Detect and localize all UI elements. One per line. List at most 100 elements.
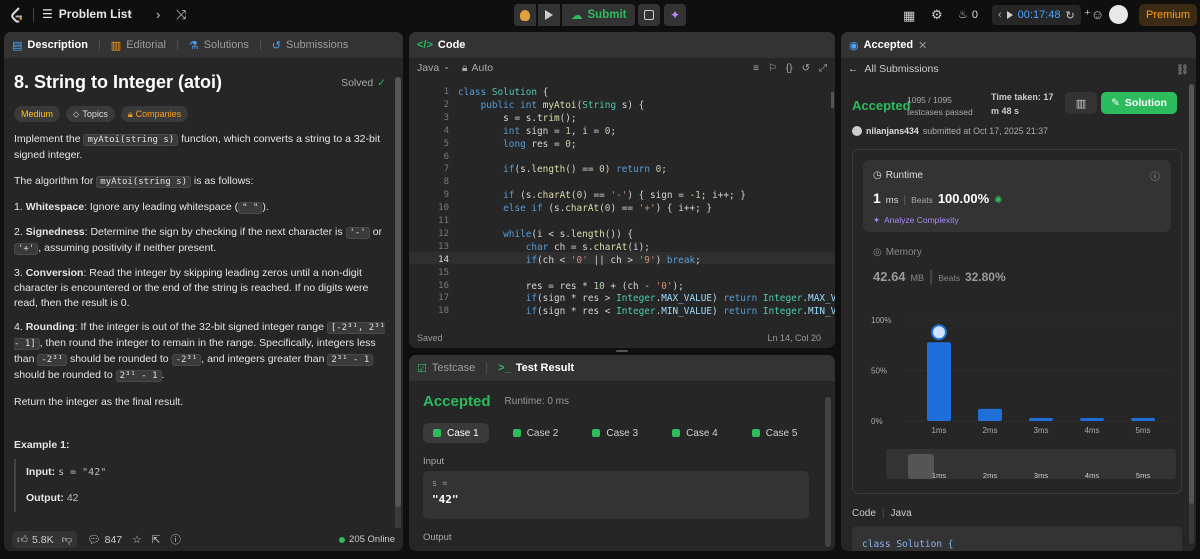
- inline-code: '+': [14, 243, 39, 255]
- code-editor[interactable]: 1 2 3 4 5 6 7 8 9 10 11 12 13 14 15 16 17 18 class Soluti…: [409, 84, 835, 318]
- difficulty-badge[interactable]: Medium: [14, 106, 61, 122]
- layout-icon[interactable]: ▦: [903, 8, 915, 24]
- example-output: Output: 42: [26, 491, 386, 506]
- analyze-complexity-link[interactable]: ✦ Analyze Complexity: [873, 215, 959, 226]
- list-icon: ☰: [42, 7, 53, 21]
- all-submissions-link[interactable]: All Submissions: [865, 63, 939, 75]
- avatar[interactable]: [1109, 5, 1128, 24]
- fullscreen-icon[interactable]: ⤢: [819, 63, 827, 74]
- chart-bar[interactable]: [1029, 418, 1053, 421]
- runtime-distribution-chart[interactable]: 100% 50% 0% 1ms 2ms 3ms 4ms 5ms 1ms 2ms 3ms 4ms 5ms: [853, 315, 1183, 495]
- run-button[interactable]: [538, 4, 560, 26]
- comments-button[interactable]: 💬︎ 847: [87, 533, 122, 547]
- notes-button[interactable]: [638, 4, 660, 26]
- line-number: 10: [438, 203, 449, 214]
- reset-timer-icon[interactable]: ↻: [1066, 9, 1075, 22]
- companies-tag[interactable]: 🔒︎ Companies: [120, 106, 189, 122]
- case-tab-3[interactable]: Case 3: [582, 423, 648, 443]
- tab-test-result[interactable]: >_ Test Result: [498, 362, 574, 374]
- play-icon: [545, 10, 553, 20]
- x-tick-label: 4ms: [1084, 426, 1099, 435]
- shuffle-icon[interactable]: ⤨: [176, 7, 186, 23]
- code-line: if(sign * res < Integer.MIN_VALUE) retur…: [525, 306, 835, 318]
- tab-accepted[interactable]: ◉ Accepted ✕: [849, 39, 927, 52]
- ai-assist-button[interactable]: ✦: [664, 4, 686, 26]
- premium-button[interactable]: Premium: [1139, 4, 1197, 26]
- close-icon[interactable]: ✕: [918, 39, 927, 52]
- prev-problem-icon[interactable]: ‹: [128, 7, 132, 22]
- collapse-timer-icon[interactable]: ‹: [998, 9, 1002, 21]
- memory-section[interactable]: ◎ Memory 42.64 MB | Beats 32.80%: [873, 247, 1163, 286]
- tab-description[interactable]: ▤ Description: [12, 39, 88, 52]
- like-button[interactable]: 👍︎ 5.8K 👎︎: [12, 531, 78, 548]
- next-problem-icon[interactable]: ›: [156, 7, 160, 22]
- chart-bar[interactable]: [927, 342, 951, 421]
- add-user-icon[interactable]: ⁺☺: [1084, 7, 1104, 23]
- tab-editorial[interactable]: ▥ Editorial: [111, 39, 166, 52]
- scrollbar-thumb[interactable]: [395, 77, 401, 507]
- code-preview-text: class Solution {: [862, 539, 954, 550]
- link-icon[interactable]: ⛓: [1176, 63, 1189, 76]
- description-panel: ▤ Description | ▥ Editorial | ⚗ Solution…: [4, 32, 403, 551]
- settings-gear-icon[interactable]: ⚙: [931, 7, 943, 23]
- streak-button[interactable]: ♨ 0: [958, 8, 978, 22]
- your-submission-marker[interactable]: [931, 324, 947, 341]
- step-conversion: 3. Conversion: Read the integer by skipp…: [14, 266, 386, 311]
- runtime-unit: ms: [885, 195, 899, 206]
- username[interactable]: nilanjans434: [866, 126, 919, 136]
- y-tick-label: 100%: [871, 316, 891, 325]
- star-icon[interactable]: ☆: [132, 534, 141, 546]
- editorial-book-button[interactable]: ▥: [1065, 92, 1097, 114]
- info-icon[interactable]: ⓘ: [1150, 168, 1160, 183]
- submission-scrollbar[interactable]: [1189, 84, 1194, 544]
- braces-icon[interactable]: {}: [786, 63, 793, 74]
- step-rounding: 4. Rounding: If the integer is out of th…: [14, 320, 386, 384]
- chart-bar[interactable]: [978, 408, 1002, 421]
- range-slider-handle[interactable]: [908, 454, 934, 479]
- description-scrollbar[interactable]: [395, 77, 401, 537]
- debug-button[interactable]: [514, 4, 536, 26]
- chart-bar[interactable]: [1080, 418, 1104, 421]
- solution-button[interactable]: ✎ Solution: [1101, 92, 1177, 114]
- auto-mode[interactable]: 🔒︎ Auto: [462, 62, 493, 75]
- chart-bar[interactable]: [1131, 418, 1155, 421]
- test-tabs: ☑ Testcase | >_ Test Result: [409, 355, 835, 381]
- edit-icon: ✎: [1111, 97, 1120, 109]
- timer-play-icon[interactable]: [1006, 11, 1013, 19]
- case-tab-5[interactable]: Case 5: [742, 423, 808, 443]
- checkbox-icon: ☑: [417, 362, 427, 375]
- share-icon[interactable]: ⇱: [152, 534, 161, 546]
- step-signedness: 2. Signedness: Determine the sign by che…: [14, 225, 386, 257]
- scrollbar-thumb[interactable]: [1189, 84, 1194, 504]
- format-icon[interactable]: ≡: [753, 63, 759, 74]
- topics-tag[interactable]: ⬦ Topics: [66, 106, 115, 122]
- back-arrow-icon[interactable]: ←: [848, 63, 859, 75]
- language-select[interactable]: Java ⌄: [417, 62, 450, 74]
- text: or: [372, 226, 383, 238]
- test-scrollbar[interactable]: [825, 397, 831, 547]
- help-icon[interactable]: ⓘ: [170, 532, 181, 547]
- thumbs-up-icon: 👍︎: [17, 534, 28, 546]
- input-label: Input: [423, 456, 445, 467]
- resize-handle[interactable]: [616, 350, 628, 352]
- problem-list-button[interactable]: ☰ Problem List: [42, 7, 131, 21]
- line-number: 3: [443, 112, 449, 123]
- difficulty-label: Medium: [21, 109, 54, 119]
- example-input: Input: s = "42": [26, 465, 386, 480]
- code-scrollbar[interactable]: [831, 92, 834, 108]
- bookmark-icon[interactable]: ⚐: [768, 63, 777, 74]
- thumbs-down-icon[interactable]: 👎︎: [62, 533, 73, 546]
- tab-solutions[interactable]: ⚗ Solutions: [189, 39, 249, 52]
- case-tab-1[interactable]: Case 1: [423, 423, 489, 443]
- tab-testcase[interactable]: ☑ Testcase: [417, 362, 475, 375]
- submit-button[interactable]: ☁ Submit: [562, 4, 636, 26]
- case-tab-2[interactable]: Case 2: [503, 423, 569, 443]
- runtime-card[interactable]: ◷ Runtime ⓘ 1 ms | Beats 100.00% ✺ ✦ Ana…: [863, 160, 1171, 232]
- reset-icon[interactable]: ↺: [802, 63, 810, 74]
- text: : Determine the sign by checking if the …: [84, 226, 343, 238]
- case-tab-4[interactable]: Case 4: [662, 423, 728, 443]
- leetcode-logo-icon[interactable]: [8, 6, 26, 24]
- tab-submissions[interactable]: ↺ Submissions: [272, 39, 349, 52]
- tab-divider: |: [258, 39, 262, 51]
- case-tabs: Case 1 Case 2 Case 3 Case 4 Case 5: [423, 423, 807, 443]
